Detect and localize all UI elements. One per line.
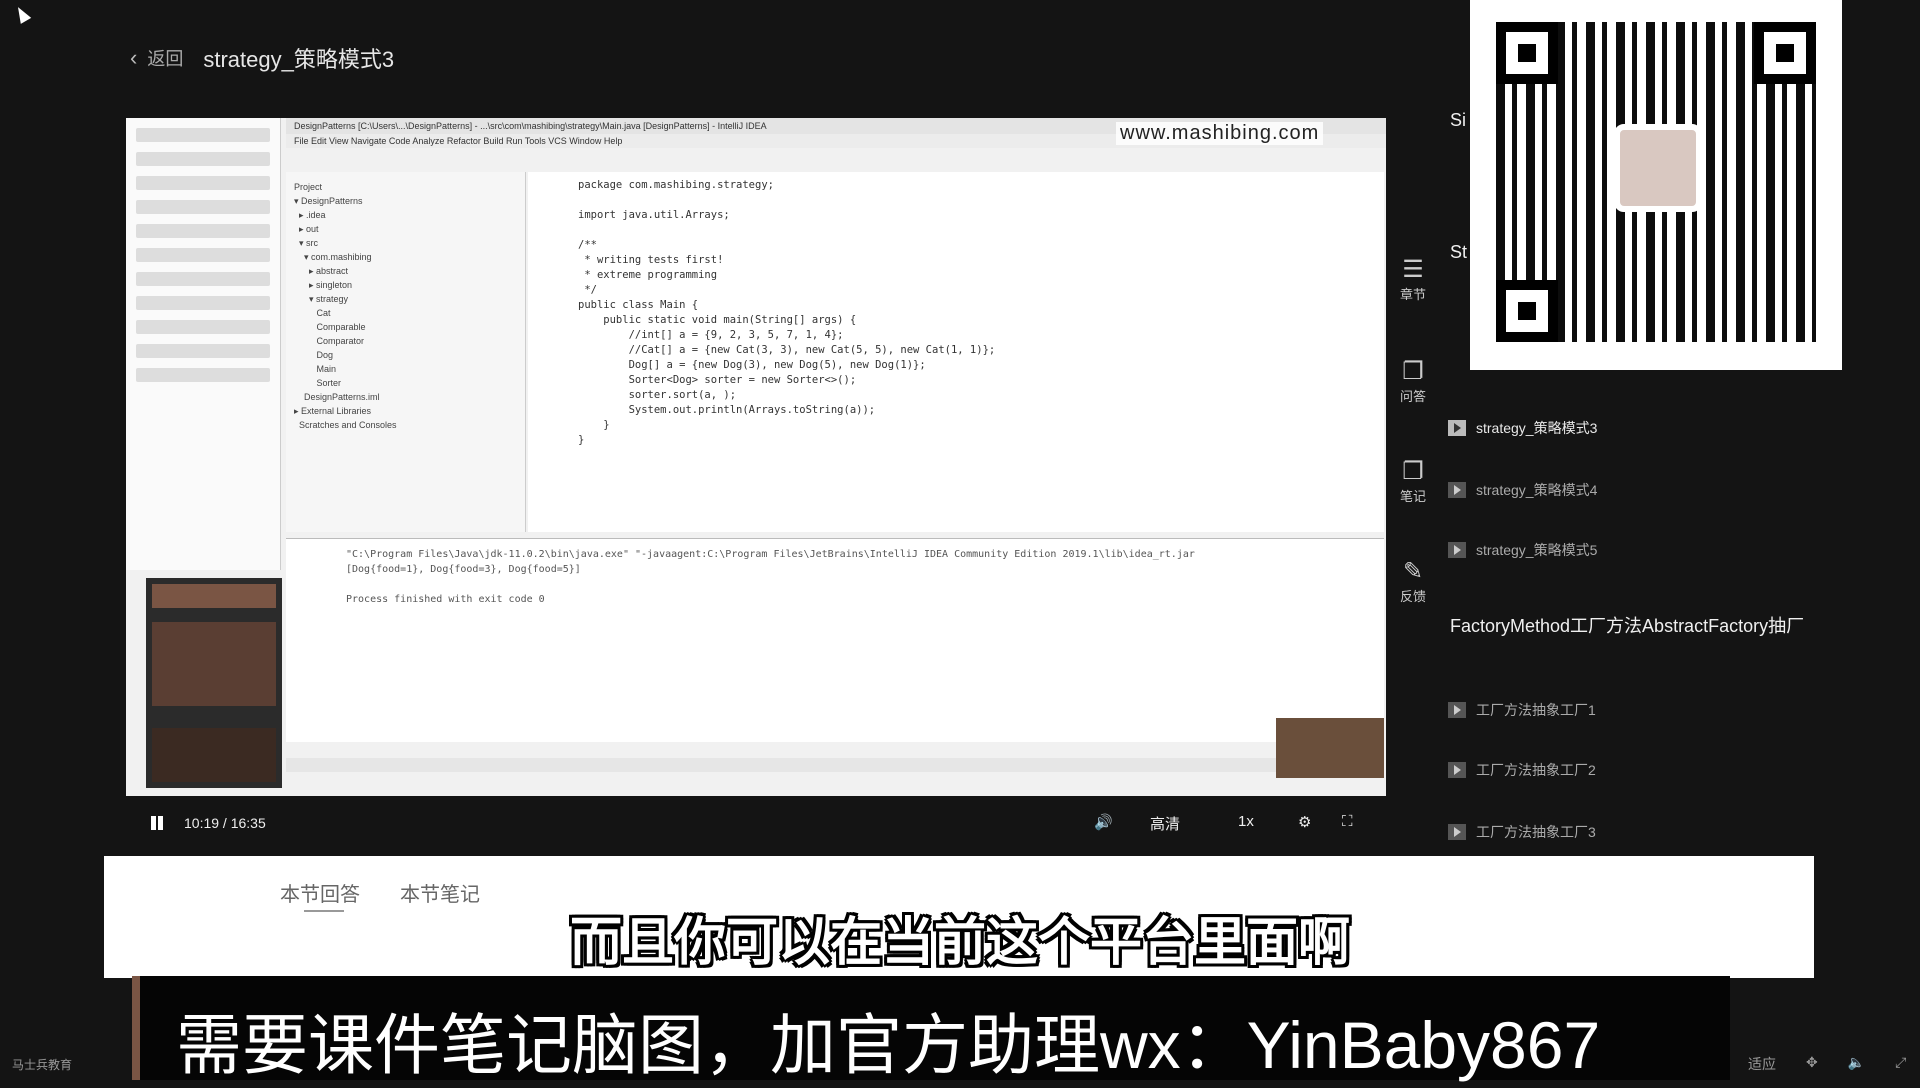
speed-button[interactable]: 1x xyxy=(1238,813,1254,830)
pin-icon[interactable]: ✥ xyxy=(1806,1054,1818,1074)
chevron-left-icon: ‹ xyxy=(130,45,138,70)
play-icon xyxy=(1448,702,1466,718)
qr-finder-icon xyxy=(1496,280,1558,342)
chapter-item[interactable]: 工厂方法抽象工厂2 xyxy=(1448,760,1596,780)
lesson-title: strategy_策略模式3 xyxy=(203,47,395,72)
ide-statusbar xyxy=(286,758,1384,772)
expand-icon[interactable]: ⤢ xyxy=(1895,1054,1906,1074)
fit-label[interactable]: 适应 xyxy=(1748,1054,1776,1074)
brand-corner-label: 马士兵教育 xyxy=(12,1058,73,1072)
chapter-item[interactable]: 工厂方法抽象工厂1 xyxy=(1448,700,1596,720)
back-link[interactable]: ‹ 返回 strategy_策略模式3 xyxy=(130,42,394,74)
feedback-icon: ✎ xyxy=(1402,558,1424,585)
play-icon xyxy=(1448,420,1466,436)
video-thumbnails xyxy=(146,578,282,788)
project-tree: Project ▾ DesignPatterns ▸ .idea ▸ out ▾… xyxy=(286,172,526,532)
rail-feedback[interactable]: ✎ 反馈 xyxy=(1390,558,1436,605)
truncated-section-label: Si xyxy=(1450,110,1467,130)
watermark: www.mashibing.com xyxy=(1116,122,1324,145)
back-label: 返回 xyxy=(147,49,184,69)
chapter-item[interactable]: strategy_策略模式4 xyxy=(1448,480,1597,500)
volume-small-icon[interactable]: 🔈 xyxy=(1848,1054,1865,1074)
chapter-label: strategy_策略模式4 xyxy=(1476,482,1598,498)
rail-label: 笔记 xyxy=(1399,489,1426,504)
qr-avatar xyxy=(1614,124,1702,212)
rail-label: 问答 xyxy=(1399,389,1426,404)
mouse-cursor-icon xyxy=(12,4,32,24)
chapter-item[interactable]: 工厂方法抽象工厂3 xyxy=(1448,822,1596,842)
play-icon xyxy=(1448,542,1466,558)
qr-finder-icon xyxy=(1754,22,1816,84)
chapter-icon: ☰ xyxy=(1402,256,1424,283)
chapter-label: 工厂方法抽象工厂3 xyxy=(1476,824,1596,840)
run-console: "C:\Program Files\Java\jdk-11.0.2\bin\ja… xyxy=(286,538,1384,742)
time-display: 10:19 / 16:35 xyxy=(184,815,266,831)
promo-banner-text: 需要课件笔记脑图，加官方助理wx：YinBaby867 xyxy=(176,1008,1601,1082)
qa-icon: ❐ xyxy=(1402,358,1424,385)
rail-qa[interactable]: ❐ 问答 xyxy=(1390,358,1436,405)
chapter-label: 工厂方法抽象工厂1 xyxy=(1476,702,1596,718)
player-controls: 10:19 / 16:35 🔊 高清 1x ⚙ ⛶ xyxy=(126,808,1386,838)
section-title: FactoryMethod工厂方法AbstractFactory抽厂 xyxy=(1450,616,1805,636)
chapter-item-active[interactable]: strategy_策略模式3 xyxy=(1448,418,1597,438)
rail-label: 章节 xyxy=(1399,287,1426,302)
rail-label: 反馈 xyxy=(1399,589,1426,604)
chapter-label: strategy_策略模式3 xyxy=(1476,420,1598,436)
presenter-camera xyxy=(1276,718,1384,778)
pause-icon[interactable] xyxy=(148,814,166,832)
note-icon: ❐ xyxy=(1402,458,1424,485)
play-icon xyxy=(1448,824,1466,840)
corner-controls: 适应 ✥ 🔈 ⤢ xyxy=(1748,1054,1906,1074)
rail-notes[interactable]: ❐ 笔记 xyxy=(1390,458,1436,505)
volume-icon[interactable]: 🔊 xyxy=(1094,813,1113,831)
video-frame-ide: DesignPatterns [C:\Users\...\DesignPatte… xyxy=(126,118,1386,796)
play-icon xyxy=(1448,482,1466,498)
chapter-label: 工厂方法抽象工厂2 xyxy=(1476,762,1596,778)
truncated-section-label: St xyxy=(1450,242,1468,262)
play-icon xyxy=(1448,762,1466,778)
chat-sidebar xyxy=(126,118,281,570)
fullscreen-icon[interactable]: ⛶ xyxy=(1342,813,1353,830)
chapter-item[interactable]: strategy_策略模式5 xyxy=(1448,540,1597,560)
settings-gear-icon[interactable]: ⚙ xyxy=(1298,813,1311,831)
rail-chapters[interactable]: ☰ 章节 xyxy=(1390,256,1436,303)
chapter-label: strategy_策略模式5 xyxy=(1476,542,1598,558)
code-editor: package com.mashibing.strategy; import j… xyxy=(528,172,1384,532)
quality-button[interactable]: 高清 xyxy=(1150,813,1180,834)
video-player[interactable]: DesignPatterns [C:\Users\...\DesignPatte… xyxy=(126,118,1386,796)
qr-code-overlay xyxy=(1470,0,1842,370)
qr-finder-icon xyxy=(1496,22,1558,84)
video-subtitle: 而且你可以在当前这个平台里面啊 xyxy=(569,914,1350,972)
